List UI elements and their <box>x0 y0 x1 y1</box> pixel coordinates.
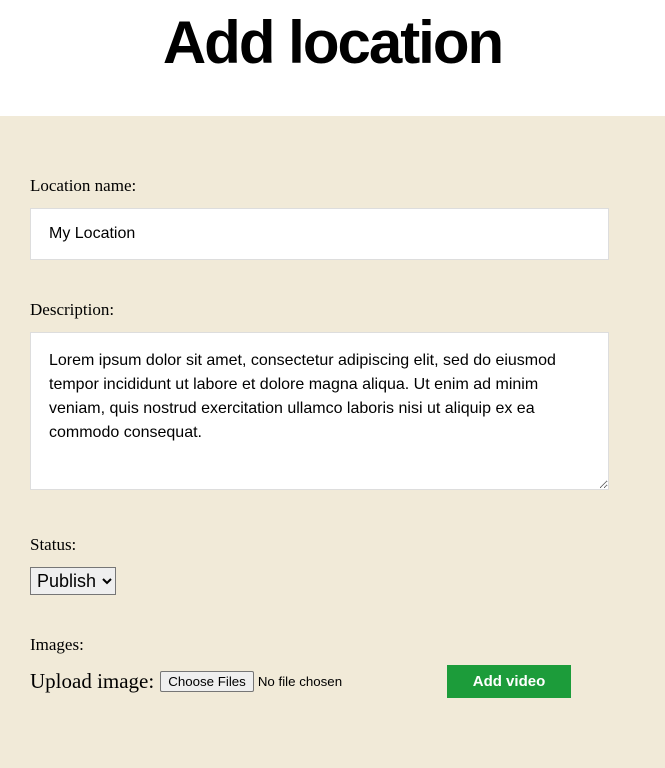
page-header: Add location <box>0 0 665 116</box>
description-label: Description: <box>30 300 635 320</box>
description-group: Description: Lorem ipsum dolor sit amet,… <box>30 300 635 495</box>
upload-row: Upload image: Choose Files No file chose… <box>30 665 571 698</box>
location-name-label: Location name: <box>30 176 635 196</box>
images-label: Images: <box>30 635 635 655</box>
status-group: Status: Publish <box>30 535 635 595</box>
form-content: Location name: Description: Lorem ipsum … <box>0 116 665 768</box>
location-name-input[interactable] <box>30 208 609 260</box>
status-label: Status: <box>30 535 635 555</box>
location-name-group: Location name: <box>30 176 635 260</box>
no-file-chosen-text: No file chosen <box>258 674 342 689</box>
upload-left: Upload image: Choose Files No file chose… <box>30 669 342 694</box>
description-textarea[interactable]: Lorem ipsum dolor sit amet, consectetur … <box>30 332 609 490</box>
page-title: Add location <box>30 0 635 76</box>
add-video-button[interactable]: Add video <box>447 665 571 698</box>
upload-image-label: Upload image: <box>30 669 154 694</box>
images-group: Images: Upload image: Choose Files No fi… <box>30 635 635 698</box>
choose-files-button[interactable]: Choose Files <box>160 671 254 692</box>
file-input-wrap: Choose Files No file chosen <box>160 671 342 692</box>
status-select[interactable]: Publish <box>30 567 116 595</box>
